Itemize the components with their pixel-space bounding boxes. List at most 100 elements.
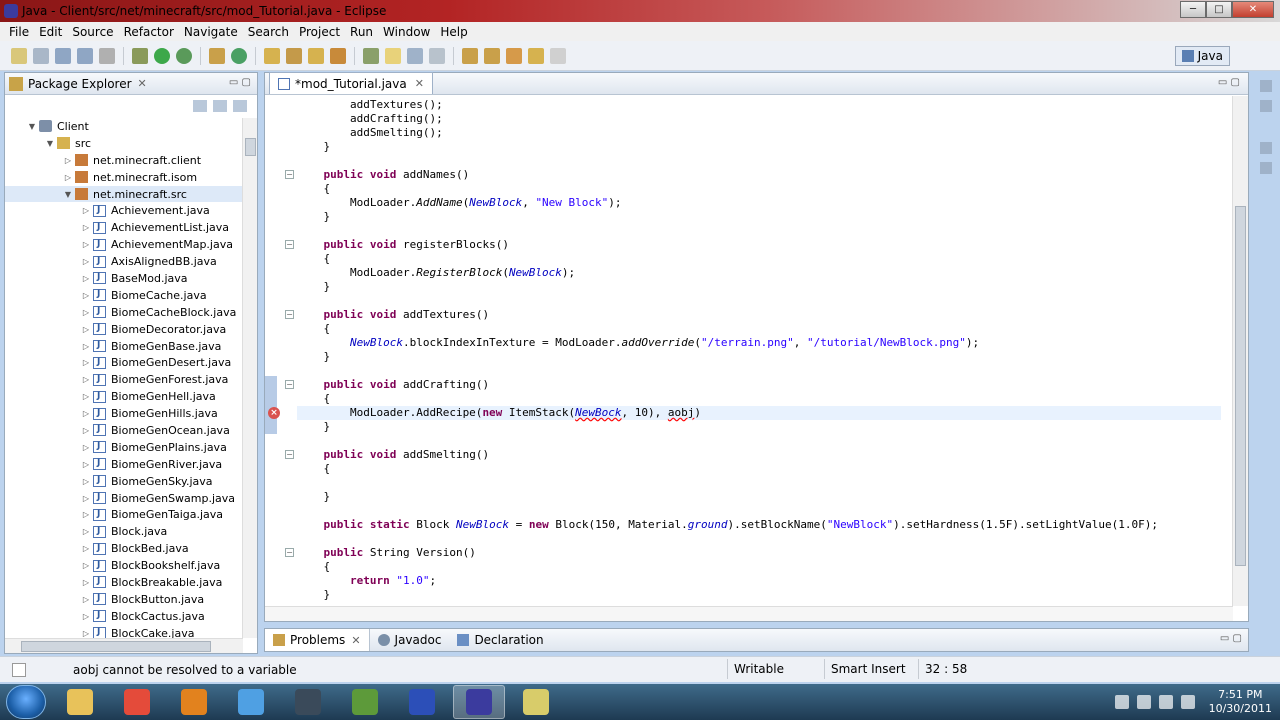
tree-item[interactable]: ▷ BiomeGenSky.java bbox=[5, 473, 243, 490]
tree-item[interactable]: ▷ AxisAlignedBB.java bbox=[5, 253, 243, 270]
taskbar-button[interactable] bbox=[54, 685, 106, 719]
tree-item[interactable]: ▷ BlockButton.java bbox=[5, 591, 243, 608]
tree-item[interactable]: ▷ BiomeGenRiver.java bbox=[5, 456, 243, 473]
expand-arrow-icon[interactable]: ▷ bbox=[63, 156, 73, 165]
menu-help[interactable]: Help bbox=[435, 25, 472, 39]
expand-arrow-icon[interactable]: ▷ bbox=[81, 595, 91, 604]
expand-arrow-icon[interactable]: ▷ bbox=[81, 426, 91, 435]
previous-annotation-icon[interactable] bbox=[484, 47, 500, 64]
expand-arrow-icon[interactable]: ▷ bbox=[81, 392, 91, 401]
outline-icon[interactable] bbox=[1260, 162, 1272, 174]
fold-toggle-icon[interactable]: − bbox=[285, 380, 294, 389]
tree-item[interactable]: ▷ BiomeGenOcean.java bbox=[5, 422, 243, 439]
scroll-thumb[interactable] bbox=[21, 641, 211, 652]
taskbar-button[interactable] bbox=[168, 685, 220, 719]
save-icon[interactable] bbox=[55, 47, 71, 64]
expand-arrow-icon[interactable]: ▼ bbox=[27, 122, 37, 131]
scroll-thumb[interactable] bbox=[245, 138, 256, 156]
next-annotation-icon[interactable] bbox=[462, 47, 478, 64]
print-icon[interactable] bbox=[99, 47, 115, 64]
link-with-editor-icon[interactable] bbox=[213, 100, 227, 112]
taskbar-button[interactable] bbox=[225, 685, 277, 719]
save-all-icon[interactable] bbox=[77, 47, 93, 64]
menu-source[interactable]: Source bbox=[67, 25, 118, 39]
tree-item[interactable]: ▷ BaseMod.java bbox=[5, 270, 243, 287]
expand-arrow-icon[interactable]: ▼ bbox=[63, 190, 73, 199]
maximize-button[interactable]: □ bbox=[1206, 1, 1232, 18]
close-tab-icon[interactable]: ✕ bbox=[415, 77, 424, 90]
tree-item[interactable]: ▷ BlockBreakable.java bbox=[5, 574, 243, 591]
open-resource-icon[interactable] bbox=[286, 47, 302, 64]
code-line[interactable]: { bbox=[297, 182, 330, 196]
code-line[interactable]: { bbox=[297, 560, 330, 574]
tab-javadoc[interactable]: Javadoc bbox=[370, 629, 450, 651]
package-explorer-tab[interactable]: Package Explorer ✕ bbox=[5, 73, 257, 95]
code-line[interactable]: public void registerBlocks() bbox=[297, 238, 509, 252]
expand-arrow-icon[interactable]: ▷ bbox=[63, 173, 73, 182]
start-button[interactable] bbox=[6, 685, 46, 719]
menu-run[interactable]: Run bbox=[345, 25, 378, 39]
menu-window[interactable]: Window bbox=[378, 25, 435, 39]
view-min-max-icons[interactable]: ▭ ▢ bbox=[1220, 633, 1242, 644]
code-line[interactable]: public static Block NewBlock = new Block… bbox=[297, 518, 1159, 532]
code-line[interactable]: { bbox=[297, 462, 330, 476]
expand-arrow-icon[interactable]: ▷ bbox=[81, 274, 91, 283]
view-min-max-icons[interactable]: ▭ ▢ bbox=[229, 77, 251, 88]
tree-item[interactable]: ▷ BiomeCacheBlock.java bbox=[5, 304, 243, 321]
back-icon[interactable] bbox=[528, 47, 544, 64]
task-list-icon[interactable] bbox=[1260, 100, 1272, 112]
code-line[interactable]: addTextures(); bbox=[297, 98, 443, 112]
new-icon[interactable] bbox=[11, 47, 27, 64]
tray-volume-icon[interactable] bbox=[1180, 695, 1195, 709]
outline-restore-icon[interactable] bbox=[1260, 142, 1272, 154]
tree-item[interactable]: ▷ AchievementMap.java bbox=[5, 236, 243, 253]
taskbar-clock[interactable]: 7:51 PM 10/30/2011 bbox=[1209, 688, 1272, 716]
expand-arrow-icon[interactable]: ▷ bbox=[81, 223, 91, 232]
code-line[interactable]: addSmelting(); bbox=[297, 126, 443, 140]
taskbar-button[interactable] bbox=[111, 685, 163, 719]
expand-arrow-icon[interactable]: ▷ bbox=[81, 325, 91, 334]
tree-item[interactable]: ▷ BlockBed.java bbox=[5, 540, 243, 557]
new-java-project-icon[interactable] bbox=[209, 47, 225, 64]
fold-toggle-icon[interactable]: − bbox=[285, 170, 294, 179]
new-class-icon[interactable] bbox=[231, 47, 247, 64]
block-selection-icon[interactable] bbox=[407, 47, 423, 64]
last-edit-icon[interactable] bbox=[506, 47, 522, 64]
fold-toggle-icon[interactable]: − bbox=[285, 310, 294, 319]
menu-project[interactable]: Project bbox=[294, 25, 345, 39]
editor-tab-mod-tutorial[interactable]: *mod_Tutorial.java ✕ bbox=[269, 72, 433, 94]
run-icon[interactable] bbox=[154, 47, 170, 64]
close-view-icon[interactable]: ✕ bbox=[351, 634, 360, 647]
tree-item[interactable]: ▷ BlockCake.java bbox=[5, 625, 243, 638]
tree-item[interactable]: ▷ BiomeGenHills.java bbox=[5, 405, 243, 422]
code-line[interactable]: } bbox=[297, 588, 330, 602]
code-line[interactable]: } bbox=[297, 420, 330, 434]
tree-item[interactable]: ▷ BiomeGenTaiga.java bbox=[5, 506, 243, 523]
taskbar-button[interactable] bbox=[396, 685, 448, 719]
expand-arrow-icon[interactable]: ▷ bbox=[81, 544, 91, 553]
taskbar-button[interactable] bbox=[282, 685, 334, 719]
collapse-all-icon[interactable] bbox=[193, 100, 207, 112]
code-line[interactable]: { bbox=[297, 322, 330, 336]
tree-horizontal-scrollbar[interactable] bbox=[5, 638, 243, 653]
tree-vertical-scrollbar[interactable] bbox=[242, 118, 257, 638]
fast-view-icon[interactable] bbox=[12, 663, 26, 677]
tree-item[interactable]: ▼ net.minecraft.src bbox=[5, 185, 243, 203]
tab-declaration[interactable]: Declaration bbox=[449, 629, 551, 651]
expand-arrow-icon[interactable]: ▷ bbox=[81, 578, 91, 587]
expand-arrow-icon[interactable]: ▷ bbox=[81, 375, 91, 384]
debug-icon[interactable] bbox=[132, 47, 148, 64]
taskbar-button[interactable] bbox=[339, 685, 391, 719]
toggle-mark-occurrences-icon[interactable] bbox=[363, 47, 379, 64]
expand-arrow-icon[interactable]: ▷ bbox=[81, 510, 91, 519]
code-line[interactable]: public String Version() bbox=[297, 546, 476, 560]
expand-arrow-icon[interactable]: ▷ bbox=[81, 561, 91, 570]
open-type-icon[interactable] bbox=[33, 47, 49, 64]
code-line[interactable]: } bbox=[297, 210, 330, 224]
tray-app-icon[interactable] bbox=[1136, 695, 1151, 709]
tree-item[interactable]: ▷ BlockCactus.java bbox=[5, 608, 243, 625]
code-line[interactable]: } bbox=[297, 140, 330, 154]
tree-item[interactable]: ▷ BlockBookshelf.java bbox=[5, 557, 243, 574]
expand-arrow-icon[interactable]: ▷ bbox=[81, 527, 91, 536]
tray-network-icon[interactable] bbox=[1158, 695, 1173, 709]
